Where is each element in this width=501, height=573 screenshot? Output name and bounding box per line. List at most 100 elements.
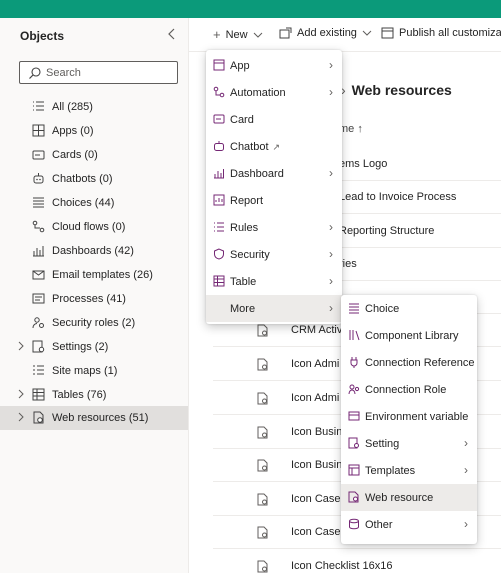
sidebar-item-cards[interactable]: Cards (0)	[0, 143, 188, 167]
menu-item-chatbot[interactable]: Chatbot ↗	[206, 133, 342, 160]
dashboard-icon	[32, 244, 45, 257]
menu-item-connection-role[interactable]: Connection Role	[341, 376, 477, 403]
breadcrumb: › Web resources	[341, 82, 452, 98]
chevron-right-icon[interactable]	[16, 388, 26, 400]
chevron-right-icon: ›	[329, 274, 333, 288]
add-existing-icon	[279, 27, 292, 39]
menu-item-label: Connection Reference	[365, 357, 475, 369]
new-label: New	[225, 28, 248, 41]
sidebar-item-choices[interactable]: Choices (44)	[0, 191, 188, 215]
sidebar-item-processes[interactable]: Processes (41)	[0, 287, 188, 311]
new-button[interactable]: + New	[213, 27, 263, 42]
menu-item-component-library[interactable]: Component Library	[341, 322, 477, 349]
sidebar-item-tables[interactable]: Tables (76)	[0, 383, 188, 407]
sidebar-item-label: Cards (0)	[52, 149, 98, 161]
publish-all-button[interactable]: Publish all customizations	[381, 27, 501, 39]
search-placeholder: Search	[46, 67, 81, 79]
menu-item-dashboard[interactable]: Dashboard ›	[206, 160, 342, 187]
menu-item-report[interactable]: Report	[206, 187, 342, 214]
row-name: Icon Busine	[291, 459, 349, 471]
menu-item-rules[interactable]: Rules ›	[206, 214, 342, 241]
menu-item-table[interactable]: Table ›	[206, 268, 342, 295]
web-resource-icon	[257, 358, 269, 371]
chevron-right-icon: ›	[464, 463, 468, 477]
dashboard-icon	[213, 167, 225, 179]
plug-icon	[348, 356, 360, 368]
menu-item-choice[interactable]: Choice	[341, 295, 477, 322]
menu-item-setting[interactable]: Setting ›	[341, 430, 477, 457]
menu-item-app[interactable]: App ›	[206, 52, 342, 79]
menu-item-automation[interactable]: Automation ›	[206, 79, 342, 106]
row-name: Icon Admi	[291, 358, 340, 370]
menu-item-label: Automation	[230, 87, 286, 99]
chevron-left-icon[interactable]	[165, 26, 179, 42]
sidebar-item-web-resources[interactable]: Web resources (51)	[0, 406, 188, 430]
sidebar-item-dashboards[interactable]: Dashboards (42)	[0, 239, 188, 263]
row-name: Icon Busine	[291, 426, 349, 438]
menu-item-web-resource[interactable]: Web resource	[341, 484, 477, 511]
sidebar-item-label: Email templates (26)	[52, 269, 153, 281]
library-icon	[348, 329, 360, 341]
row-name: Icon Checklist 16x16	[291, 560, 393, 572]
other-icon	[348, 518, 360, 530]
menu-item-templates[interactable]: Templates ›	[341, 457, 477, 484]
row-name: Lead to Invoice Process	[339, 191, 457, 203]
publish-icon	[381, 27, 394, 39]
column-header-name[interactable]: me ↑	[339, 123, 363, 135]
plus-icon: +	[213, 27, 221, 42]
chevron-right-icon: ›	[464, 436, 468, 450]
menu-item-label: Chatbot ↗	[230, 141, 281, 153]
sidebar-item-label: Web resources (51)	[52, 412, 149, 424]
web-resource-icon	[257, 493, 269, 506]
external-link-icon: ↗	[272, 142, 281, 152]
menu-item-label: Other	[365, 519, 393, 531]
variable-icon	[348, 410, 360, 422]
sidebar-item-email-templates[interactable]: Email templates (26)	[0, 263, 188, 287]
chevron-right-icon[interactable]	[16, 340, 26, 352]
sidebar-item-cloud-flows[interactable]: Cloud flows (0)	[0, 215, 188, 239]
chevron-right-icon: ›	[329, 166, 333, 180]
sidebar-item-label: Security roles (2)	[52, 317, 136, 329]
add-existing-label: Add existing	[297, 27, 357, 39]
chevron-right-icon[interactable]	[16, 411, 26, 423]
sidebar-item-site-maps[interactable]: Site maps (1)	[0, 359, 188, 383]
chevron-right-icon: ›	[329, 85, 333, 99]
menu-item-label: Templates	[365, 465, 416, 477]
sidebar-item-settings[interactable]: Settings (2)	[0, 335, 188, 359]
apps-grid-icon	[32, 124, 45, 137]
row-name: Reporting Structure	[339, 225, 435, 237]
sidebar-item-security-roles[interactable]: Security roles (2)	[0, 311, 188, 335]
menu-item-connection-reference[interactable]: Connection Reference	[341, 349, 477, 376]
menu-item-label: Table	[230, 276, 257, 288]
search-icon	[28, 66, 42, 80]
menu-item-card[interactable]: Card	[206, 106, 342, 133]
page-title: Web resources	[351, 82, 452, 98]
menu-item-environment-variable[interactable]: Environment variable	[341, 403, 477, 430]
menu-item-more[interactable]: More ›	[206, 295, 342, 322]
menu-item-other[interactable]: Other ›	[341, 511, 477, 538]
search-input[interactable]: Search	[19, 61, 178, 84]
table-row[interactable]: Icon Checklist 16x16	[213, 550, 501, 573]
sidebar-item-chatbots[interactable]: Chatbots (0)	[0, 167, 188, 191]
sidebar-item-label: Processes (41)	[52, 293, 126, 305]
publish-label: Publish all customizations	[399, 27, 501, 39]
choice-list-icon	[348, 302, 360, 314]
card-icon	[213, 113, 225, 125]
menu-item-label: Rules	[230, 222, 259, 234]
menu-item-label: App	[230, 60, 250, 72]
more-submenu: Choice Component Library Connection Refe…	[341, 295, 477, 544]
sidebar-item-apps[interactable]: Apps (0)	[0, 119, 188, 143]
sidebar-item-all[interactable]: All (285)	[0, 95, 188, 119]
add-existing-button[interactable]: Add existing	[279, 27, 372, 39]
chevron-right-icon: ›	[329, 58, 333, 72]
list-icon	[32, 100, 45, 113]
settings-icon	[32, 340, 45, 353]
settings-icon	[348, 437, 360, 449]
menu-item-label: Security	[230, 249, 270, 261]
sidebar-item-label: Dashboards (42)	[52, 245, 134, 257]
row-name: CRM Activi	[291, 324, 345, 336]
menu-item-security[interactable]: Security ›	[206, 241, 342, 268]
chevron-down-icon	[362, 29, 372, 37]
menu-item-label: More	[230, 303, 256, 315]
web-resource-icon	[257, 426, 269, 439]
